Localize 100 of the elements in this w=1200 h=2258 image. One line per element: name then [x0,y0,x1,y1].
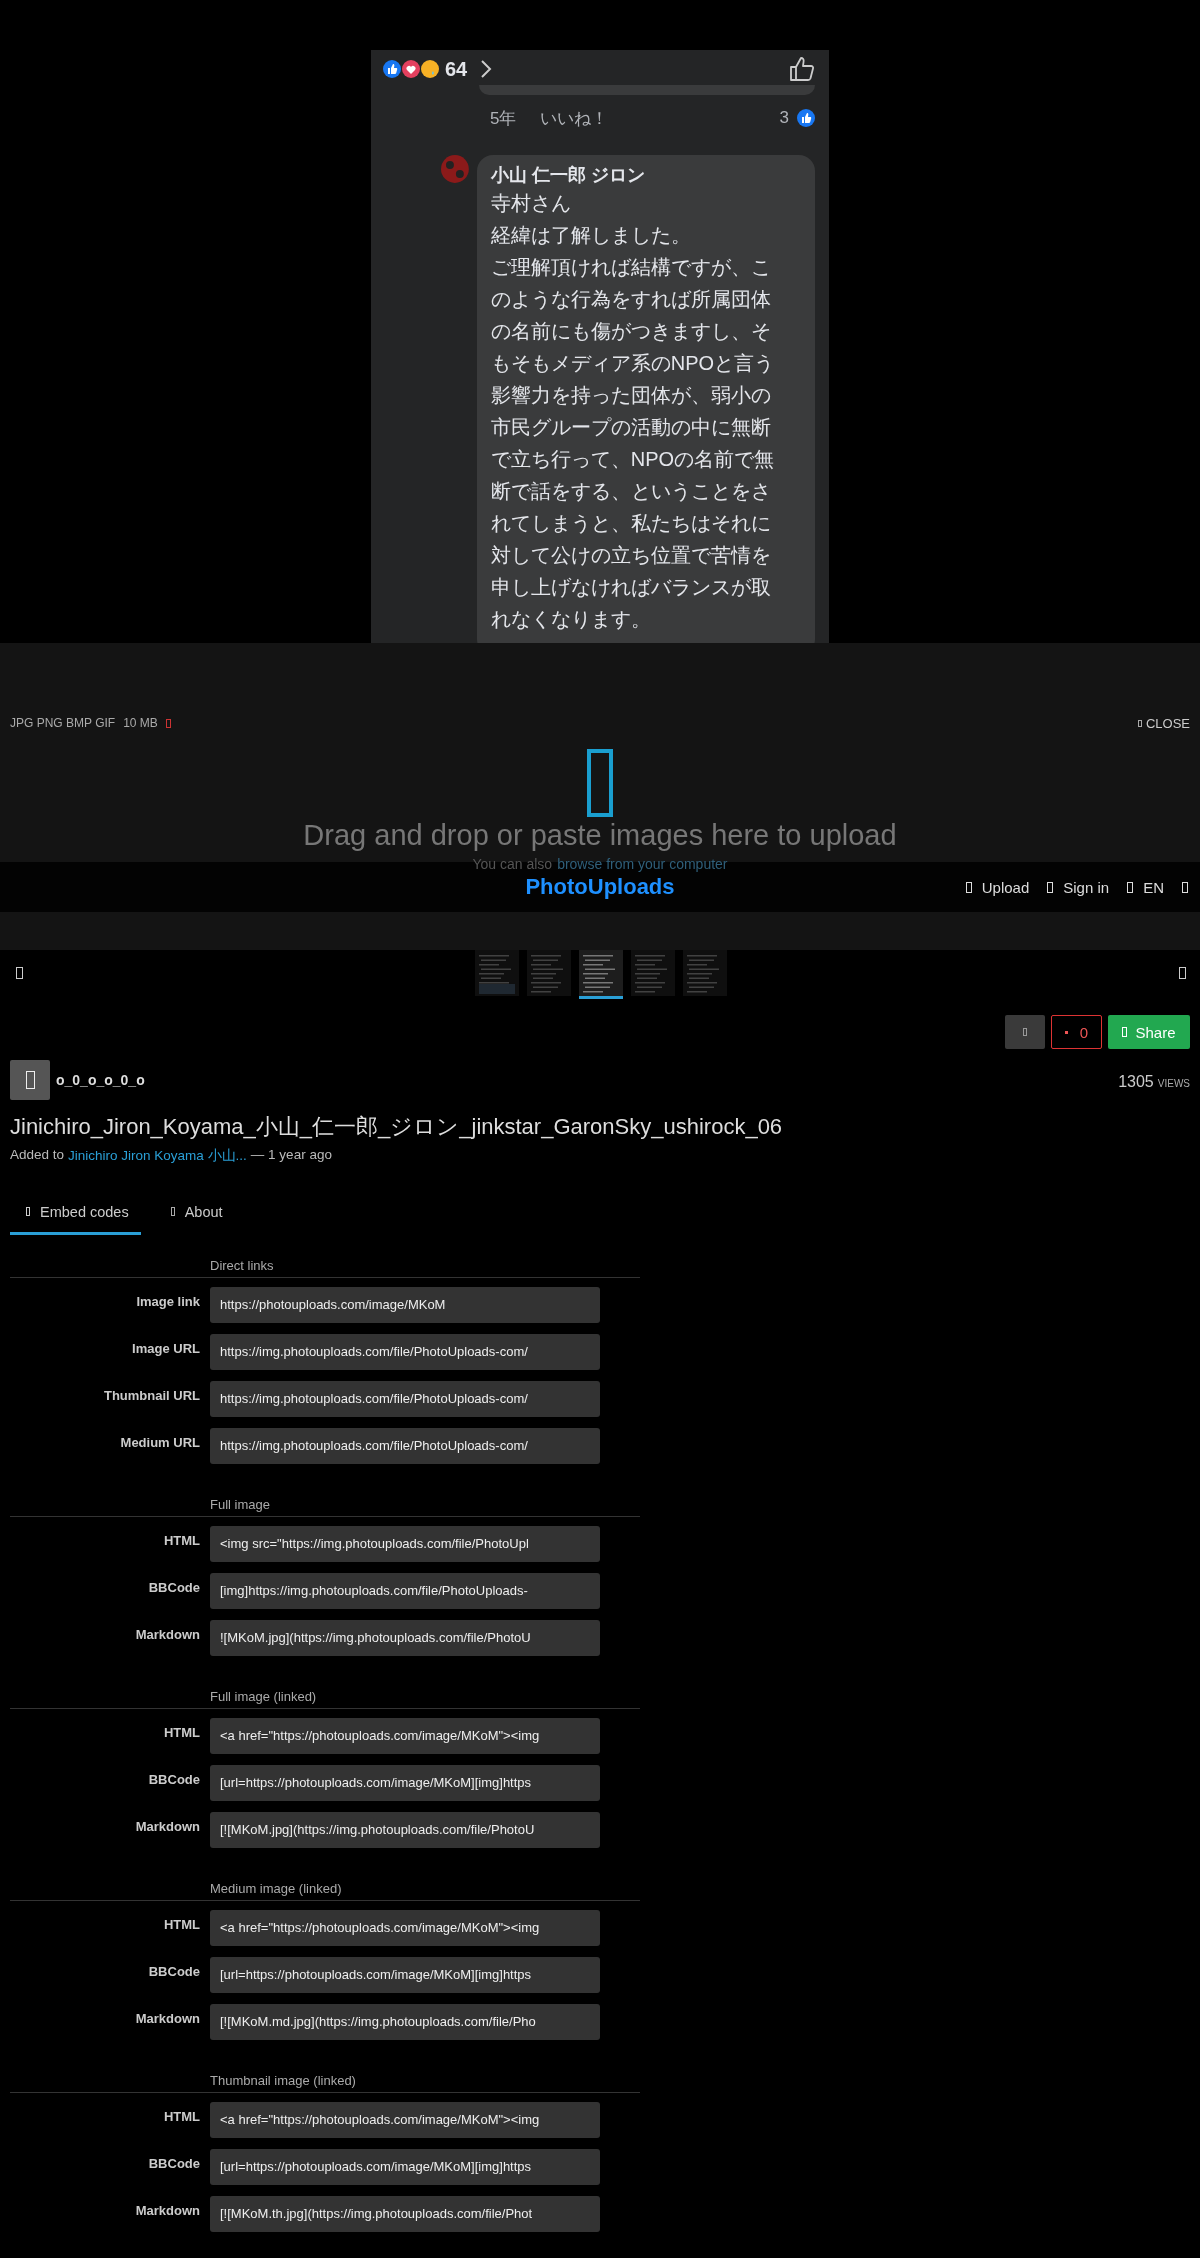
album-link[interactable]: Jinichiro Jiron Koyama 小山... [68,1147,247,1165]
view-count: 1305 [1118,1073,1154,1091]
avatar[interactable] [10,1060,50,1100]
upload-hint: You can also [472,856,553,872]
field-label: BBCode [147,1963,200,1979]
field-label: Medium URL [119,1434,200,1450]
comment-text: れてしまうと、私たちはそれに [490,511,772,536]
code-field[interactable]: [![MKoM.th.jpg](https://img.photouploads.com/file/Phot [210,2196,600,2232]
thumbnail[interactable] [631,950,675,999]
comment-text: 断で話をする、ということをさ [490,479,772,504]
thumbnail[interactable] [683,950,727,999]
field-label: HTML [162,1724,200,1740]
section-heading: Full image [210,1497,270,1512]
code-field[interactable]: <a href="https://photouploads.com/image/MKoM"><img [210,2102,600,2138]
like-button[interactable]: 0 [1051,1015,1102,1049]
thumbs-up-icon [789,56,815,82]
field-label: Thumbnail URL [102,1387,200,1403]
comment-text: 経緯は了解しました。 [490,223,692,248]
code-field[interactable]: [url=https://photouploads.com/image/MKoM][img]https [210,2149,600,2185]
glyph-box-icon [26,1207,30,1216]
avatar-icon [441,155,469,183]
close-button[interactable]: CLOSE [1137,715,1190,731]
like-reaction-icon [797,109,815,127]
section-heading: Full image (linked) [210,1689,317,1704]
max-size: 10 MB [123,716,158,730]
thumbnail[interactable] [579,950,623,999]
code-field[interactable]: [![MKoM.jpg](https://img.photouploads.com/file/PhotoU [210,1812,600,1848]
comment-text: のような行為をすれば所属団体 [490,287,772,312]
section-heading: Thumbnail image (linked) [210,2073,356,2088]
comment-text: 市民グループの活動の中に無断 [490,415,772,440]
code-field[interactable]: https://img.photouploads.com/file/PhotoUploads-com/ [210,1334,600,1370]
added-label: Added to [10,1147,65,1164]
glyph-box-icon [16,967,23,979]
glyph-box-icon [1179,967,1186,979]
glyph-box-icon [1023,1028,1027,1036]
thumbnail[interactable] [475,950,519,999]
field-label: BBCode [147,1579,200,1595]
section-heading: Medium image (linked) [210,1881,342,1896]
code-field[interactable]: <a href="https://photouploads.com/image/MKoM"><img [210,1910,600,1946]
glyph-box-icon [1137,719,1142,727]
username[interactable]: o_0_o_o_0_o [56,1072,145,1088]
field-label: Markdown [134,2010,200,2026]
glyph-box-icon [25,1071,35,1089]
code-field[interactable]: <img src="https://img.photouploads.com/file/PhotoUpl [210,1526,600,1562]
comment-text: 影響力を持った団体が、弱小の [490,383,772,408]
field-label: BBCode [147,1771,200,1787]
field-label: BBCode [147,2155,200,2171]
comment-text: 申し上げなければバランスが取 [490,575,772,600]
glyph-box-icon [165,718,171,728]
comment-text: ご理解頂ければ結構ですが、こ [490,255,772,280]
emoji-reaction-icon [421,60,439,78]
code-field[interactable]: https://photouploads.com/image/MKoM [210,1287,600,1323]
section-heading: Direct links [210,1258,274,1273]
glyph-box-icon [965,881,972,893]
field-label: HTML [162,1532,200,1548]
heart-reaction-icon [402,60,420,78]
upload-glyph-icon [587,749,613,817]
field-label: HTML [162,1916,200,1932]
field-label: Markdown [134,1818,200,1834]
nav-link[interactable]: Upload [965,878,1030,896]
comment-text: もそもメディア系のNPOと言う [490,351,776,376]
tab[interactable]: About [154,1195,235,1235]
code-field[interactable]: https://img.photouploads.com/file/PhotoUploads-com/ [210,1428,600,1464]
glyph-box-icon [1182,881,1188,893]
thumbnail[interactable] [527,950,571,999]
glyph-box-icon [1122,1027,1128,1037]
code-field[interactable]: [![MKoM.md.jpg](https://img.photouploads.com/file/Pho [210,2004,600,2040]
glyph-box-icon [170,1207,175,1216]
field-label: HTML [162,2108,200,2124]
code-field[interactable]: https://img.photouploads.com/file/PhotoUploads-com/ [210,1381,600,1417]
image-title: Jinichiro_Jiron_Koyama_小山_仁一郎_ジロン_jinkstar_GaronSky_ushirock_06 [10,1113,784,1141]
code-field[interactable]: ![MKoM.jpg](https://img.photouploads.com/file/PhotoU [210,1620,600,1656]
chevron-right-icon [480,59,493,79]
code-field[interactable]: <a href="https://photouploads.com/image/MKoM"><img [210,1718,600,1754]
field-label: Image link [135,1293,200,1309]
logo[interactable]: PhotoUploads [525,874,675,900]
code-field[interactable]: [url=https://photouploads.com/image/MKoM][img]https [210,1957,600,1993]
glyph-box-icon [1127,881,1134,893]
tab[interactable]: Embed codes [10,1195,141,1235]
upload-prompt: Drag and drop or paste images here to upload [302,819,898,852]
code-field[interactable]: [img]https://img.photouploads.com/file/PhotoUploads- [210,1573,600,1609]
like-count: 3 [779,108,789,128]
field-label: Image URL [131,1340,200,1356]
comment-text: れなくなります。 [490,607,652,632]
comment-text: 寺村さん [490,191,572,216]
field-label: Markdown [134,2202,200,2218]
comment-age: 5年 [490,107,517,130]
glyph-box-icon [1047,881,1054,893]
nav-link[interactable]: Sign in [1047,878,1110,896]
more-button[interactable] [1005,1015,1045,1049]
views-label: VIEWS [1157,1078,1190,1089]
comment-text: で立ち行って、NPOの名前で無 [490,447,776,472]
like-reaction-icon [383,60,401,78]
language-menu[interactable]: EN [1127,878,1164,896]
field-label: Markdown [134,1626,200,1642]
like-link[interactable]: いいね！ [540,106,609,130]
code-field[interactable]: [url=https://photouploads.com/image/MKoM][img]https [210,1765,600,1801]
comment-text: 対して公けの立ち位置で苦情を [490,543,772,568]
file-formats: JPG PNG BMP GIF [10,716,116,730]
comment-author[interactable]: 小山 仁一郎 ジロン [490,163,801,187]
